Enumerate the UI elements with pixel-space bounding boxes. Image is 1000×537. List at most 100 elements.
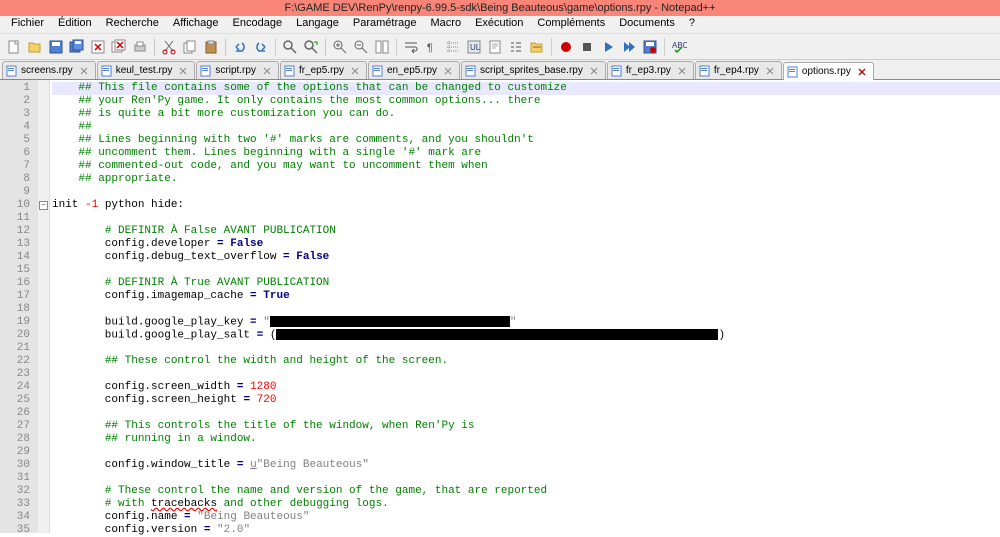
code-line[interactable]: build.google_play_salt = (): [52, 329, 1000, 342]
menu-item[interactable]: ?: [682, 16, 702, 33]
cut-button[interactable]: [159, 37, 179, 57]
doc-map-button[interactable]: [485, 37, 505, 57]
menu-item[interactable]: Recherche: [99, 16, 166, 33]
save-button[interactable]: [46, 37, 66, 57]
menu-item[interactable]: Édition: [51, 16, 99, 33]
menu-item[interactable]: Paramétrage: [346, 16, 424, 33]
zoom-out-button[interactable]: [351, 37, 371, 57]
file-tab[interactable]: en_ep5.rpy: [368, 61, 460, 79]
show-all-chars-button[interactable]: ¶: [422, 37, 442, 57]
code-line[interactable]: ## Lines beginning with two '#' marks ar…: [52, 134, 1000, 147]
code-line[interactable]: # DEFINIR À True AVANT PUBLICATION: [52, 277, 1000, 290]
line-number: 30: [0, 459, 30, 472]
close-icon[interactable]: [765, 66, 775, 76]
toolbar-separator: [154, 38, 155, 56]
file-tab[interactable]: script_sprites_base.rpy: [461, 61, 606, 79]
file-tab[interactable]: keul_test.rpy: [97, 61, 196, 79]
menu-item[interactable]: Compléments: [530, 16, 612, 33]
code-line[interactable]: [52, 368, 1000, 381]
code-line[interactable]: [52, 446, 1000, 459]
word-wrap-button[interactable]: [401, 37, 421, 57]
code-line[interactable]: # with tracebacks and other debugging lo…: [52, 498, 1000, 511]
code-line[interactable]: init -1 python hide:: [52, 199, 1000, 212]
function-list-button[interactable]: [506, 37, 526, 57]
code-line[interactable]: config.debug_text_overflow = False: [52, 251, 1000, 264]
fold-cell: [38, 485, 49, 498]
record-macro-button[interactable]: [556, 37, 576, 57]
play-multi-button[interactable]: [619, 37, 639, 57]
print-button[interactable]: [130, 37, 150, 57]
folder-workspace-button[interactable]: [527, 37, 547, 57]
close-icon[interactable]: [443, 66, 453, 76]
code-line[interactable]: [52, 303, 1000, 316]
code-line[interactable]: config.screen_width = 1280: [52, 381, 1000, 394]
close-icon[interactable]: [79, 66, 89, 76]
spell-check-button[interactable]: ABC: [669, 37, 689, 57]
code-line[interactable]: [52, 407, 1000, 420]
close-icon[interactable]: [857, 67, 867, 77]
zoom-in-button[interactable]: [330, 37, 350, 57]
find-button[interactable]: [280, 37, 300, 57]
file-tab[interactable]: fr_ep4.rpy: [695, 61, 782, 79]
code-line[interactable]: ## commented-out code, and you may want …: [52, 160, 1000, 173]
close-icon[interactable]: [589, 66, 599, 76]
code-line[interactable]: # These control the name and version of …: [52, 485, 1000, 498]
code-line[interactable]: ## running in a window.: [52, 433, 1000, 446]
user-lang-button[interactable]: UL: [464, 37, 484, 57]
menu-item[interactable]: Fichier: [4, 16, 51, 33]
menu-item[interactable]: Affichage: [166, 16, 226, 33]
save-macro-button[interactable]: [640, 37, 660, 57]
code-line[interactable]: build.google_play_key = "": [52, 316, 1000, 329]
code-line[interactable]: [52, 472, 1000, 485]
code-line[interactable]: ## appropriate.: [52, 173, 1000, 186]
menu-item[interactable]: Encodage: [226, 16, 290, 33]
indent-guide-button[interactable]: [443, 37, 463, 57]
close-icon[interactable]: [350, 66, 360, 76]
close-button[interactable]: [88, 37, 108, 57]
new-file-button[interactable]: [4, 37, 24, 57]
menu-item[interactable]: Documents: [612, 16, 682, 33]
stop-macro-button[interactable]: [577, 37, 597, 57]
code-line[interactable]: [52, 264, 1000, 277]
open-file-button[interactable]: [25, 37, 45, 57]
code-area[interactable]: ## This file contains some of the option…: [50, 80, 1000, 533]
code-line[interactable]: ##: [52, 121, 1000, 134]
code-line[interactable]: config.version = "2.0": [52, 524, 1000, 537]
code-line[interactable]: config.screen_height = 720: [52, 394, 1000, 407]
code-line[interactable]: ## This controls the title of the window…: [52, 420, 1000, 433]
file-tab[interactable]: script.rpy: [196, 61, 279, 79]
close-icon[interactable]: [262, 66, 272, 76]
code-line[interactable]: config.window_title = u"Being Beauteous": [52, 459, 1000, 472]
file-tab[interactable]: fr_ep5.rpy: [280, 61, 367, 79]
code-line[interactable]: [52, 186, 1000, 199]
menu-item[interactable]: Langage: [289, 16, 346, 33]
code-line[interactable]: ## your Ren'Py game. It only contains th…: [52, 95, 1000, 108]
close-icon[interactable]: [178, 66, 188, 76]
replace-button[interactable]: [301, 37, 321, 57]
save-all-button[interactable]: [67, 37, 87, 57]
code-line[interactable]: ## uncomment them. Lines beginning with …: [52, 147, 1000, 160]
file-tab[interactable]: fr_ep3.rpy: [607, 61, 694, 79]
close-icon[interactable]: [677, 66, 687, 76]
code-line[interactable]: ## This file contains some of the option…: [52, 82, 1000, 95]
redo-button[interactable]: [251, 37, 271, 57]
code-line[interactable]: [52, 212, 1000, 225]
file-tab[interactable]: options.rpy: [783, 62, 874, 80]
play-macro-button[interactable]: [598, 37, 618, 57]
sync-scroll-button[interactable]: [372, 37, 392, 57]
code-line[interactable]: config.name = "Being Beauteous": [52, 511, 1000, 524]
close-all-button[interactable]: [109, 37, 129, 57]
code-line[interactable]: config.imagemap_cache = True: [52, 290, 1000, 303]
paste-button[interactable]: [201, 37, 221, 57]
undo-button[interactable]: [230, 37, 250, 57]
code-line[interactable]: # DEFINIR À False AVANT PUBLICATION: [52, 225, 1000, 238]
code-line[interactable]: ## These control the width and height of…: [52, 355, 1000, 368]
copy-button[interactable]: [180, 37, 200, 57]
file-tab[interactable]: screens.rpy: [2, 61, 96, 79]
code-line[interactable]: [52, 342, 1000, 355]
code-line[interactable]: ## is quite a bit more customization you…: [52, 108, 1000, 121]
code-line[interactable]: config.developer = False: [52, 238, 1000, 251]
menu-item[interactable]: Exécution: [468, 16, 530, 33]
menu-item[interactable]: Macro: [424, 16, 469, 33]
line-number: 15: [0, 264, 30, 277]
